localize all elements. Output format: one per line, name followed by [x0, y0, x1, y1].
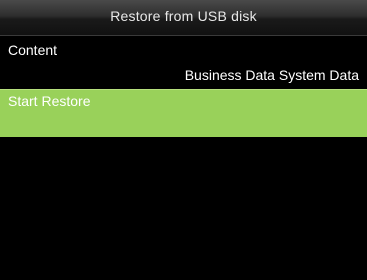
- content-label: Content: [8, 42, 58, 58]
- device-screen: Restore from USB disk Content Business D…: [0, 0, 367, 280]
- page-title: Restore from USB disk: [110, 8, 257, 24]
- start-restore-button[interactable]: Start Restore: [0, 89, 367, 137]
- title-bar: Restore from USB disk: [0, 0, 367, 36]
- content-value: Business Data System Data: [184, 67, 359, 83]
- start-restore-label: Start Restore: [8, 93, 91, 109]
- menu-item-content[interactable]: Content Business Data System Data: [0, 37, 367, 89]
